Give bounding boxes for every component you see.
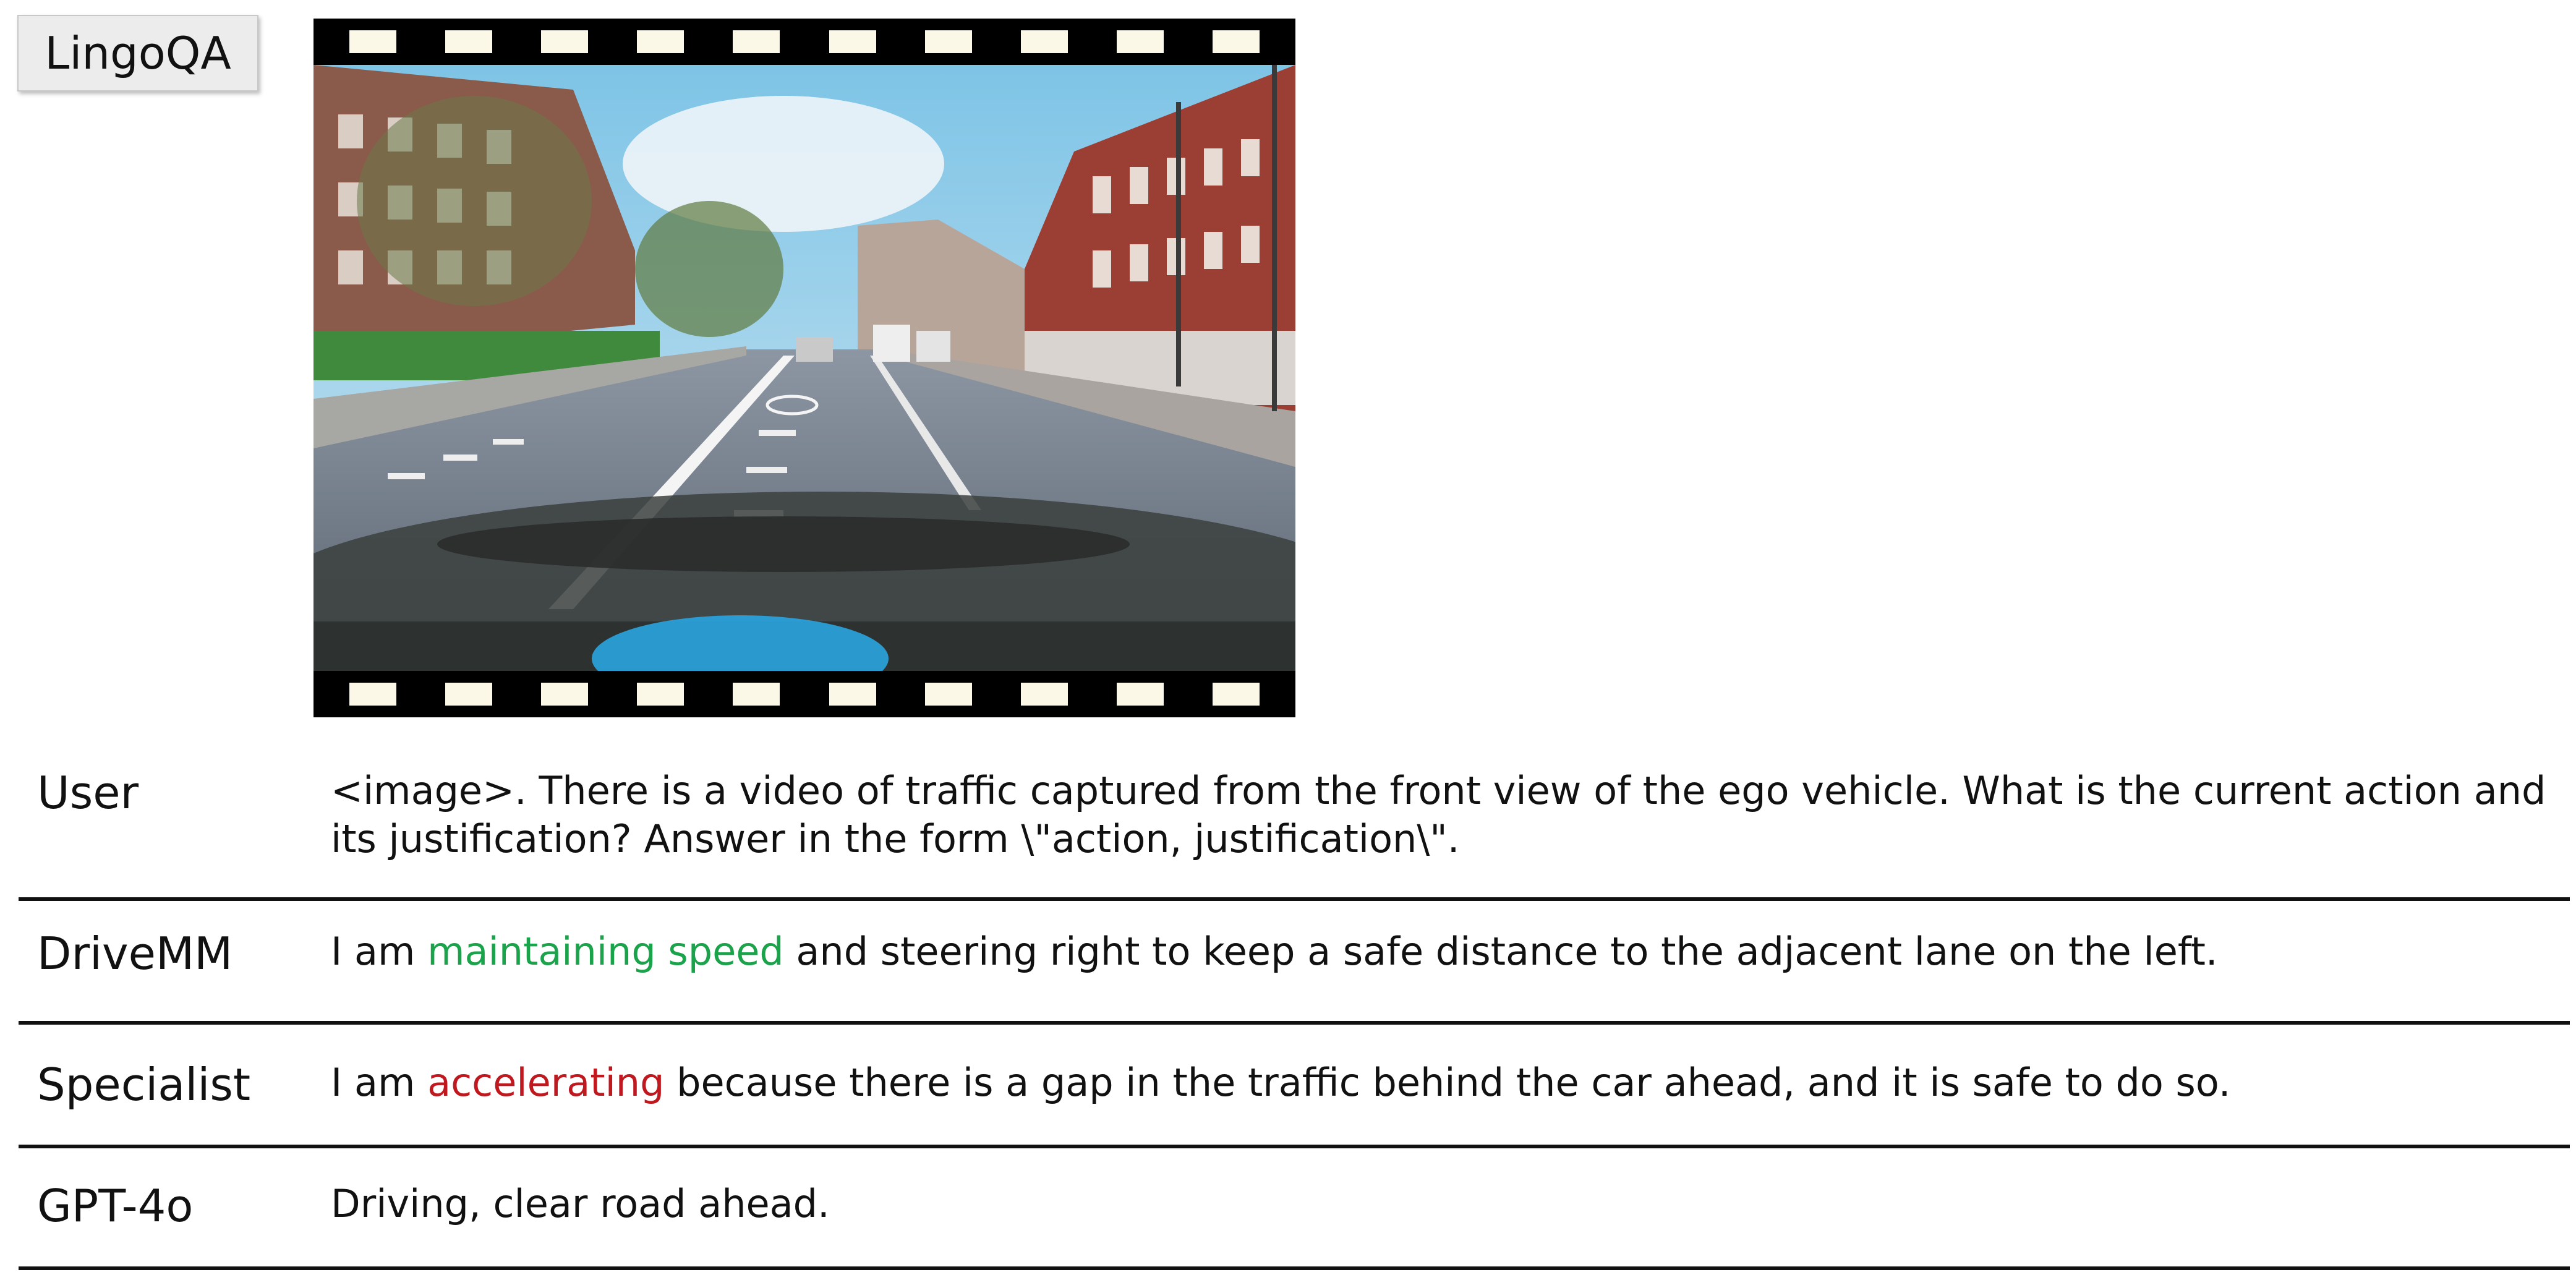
- perforation: [829, 683, 876, 706]
- perforation: [924, 683, 972, 706]
- perforation: [1020, 683, 1068, 706]
- perforation: [1213, 30, 1260, 53]
- perforation: [637, 30, 685, 53]
- van: [916, 331, 950, 362]
- perforation: [637, 683, 685, 706]
- perforation: [1117, 30, 1164, 53]
- distant-car: [796, 337, 833, 362]
- row-divider: [19, 897, 2570, 901]
- street-lamp: [1176, 102, 1181, 386]
- film-perforations-top: [313, 19, 1295, 65]
- perforation: [1117, 683, 1164, 706]
- answer-suffix: because there is a gap in the traffic be…: [664, 1060, 2231, 1105]
- speaker-label-gpt4o: GPT-4o: [37, 1180, 194, 1232]
- answer-highlight-wrong: accelerating: [427, 1060, 665, 1105]
- answer-suffix: and steering right to keep a safe distan…: [783, 929, 2218, 974]
- perforation: [829, 30, 876, 53]
- dashboard-edge: [437, 516, 1130, 572]
- drivemm-answer: I am maintaining speed and steering righ…: [331, 928, 2557, 976]
- perforation: [349, 683, 396, 706]
- answer-prefix: I am: [331, 1060, 428, 1105]
- specialist-answer: I am accelerating because there is a gap…: [331, 1059, 2557, 1107]
- user-prompt-text: <image>. There is a video of traffic cap…: [331, 768, 2546, 861]
- speaker-label-specialist: Specialist: [37, 1059, 251, 1111]
- speaker-label-drivemm: DriveMM: [37, 928, 233, 980]
- video-frame-filmstrip: [313, 19, 1295, 717]
- row-divider: [19, 1021, 2570, 1025]
- tree: [635, 201, 783, 337]
- gpt4o-answer: Driving, clear road ahead.: [331, 1181, 830, 1226]
- street-scene-image: [313, 65, 1295, 671]
- perforation: [733, 683, 780, 706]
- answer-highlight-correct: maintaining speed: [427, 929, 784, 974]
- answer-prefix: I am: [331, 929, 428, 974]
- perforation: [445, 683, 492, 706]
- perforation: [540, 30, 588, 53]
- perforation: [540, 683, 588, 706]
- street-lamp: [1272, 65, 1277, 411]
- perforation: [733, 30, 780, 53]
- perforation: [1020, 30, 1068, 53]
- row-divider: [19, 1266, 2570, 1270]
- perforation: [445, 30, 492, 53]
- tree: [357, 96, 592, 306]
- speaker-label-user: User: [37, 767, 139, 819]
- film-perforations-bottom: [313, 671, 1295, 717]
- perforation: [349, 30, 396, 53]
- van: [873, 325, 910, 362]
- row-divider: [19, 1145, 2570, 1148]
- perforation: [924, 30, 972, 53]
- perforation: [1213, 683, 1260, 706]
- dataset-tag: LingoQA: [17, 15, 258, 92]
